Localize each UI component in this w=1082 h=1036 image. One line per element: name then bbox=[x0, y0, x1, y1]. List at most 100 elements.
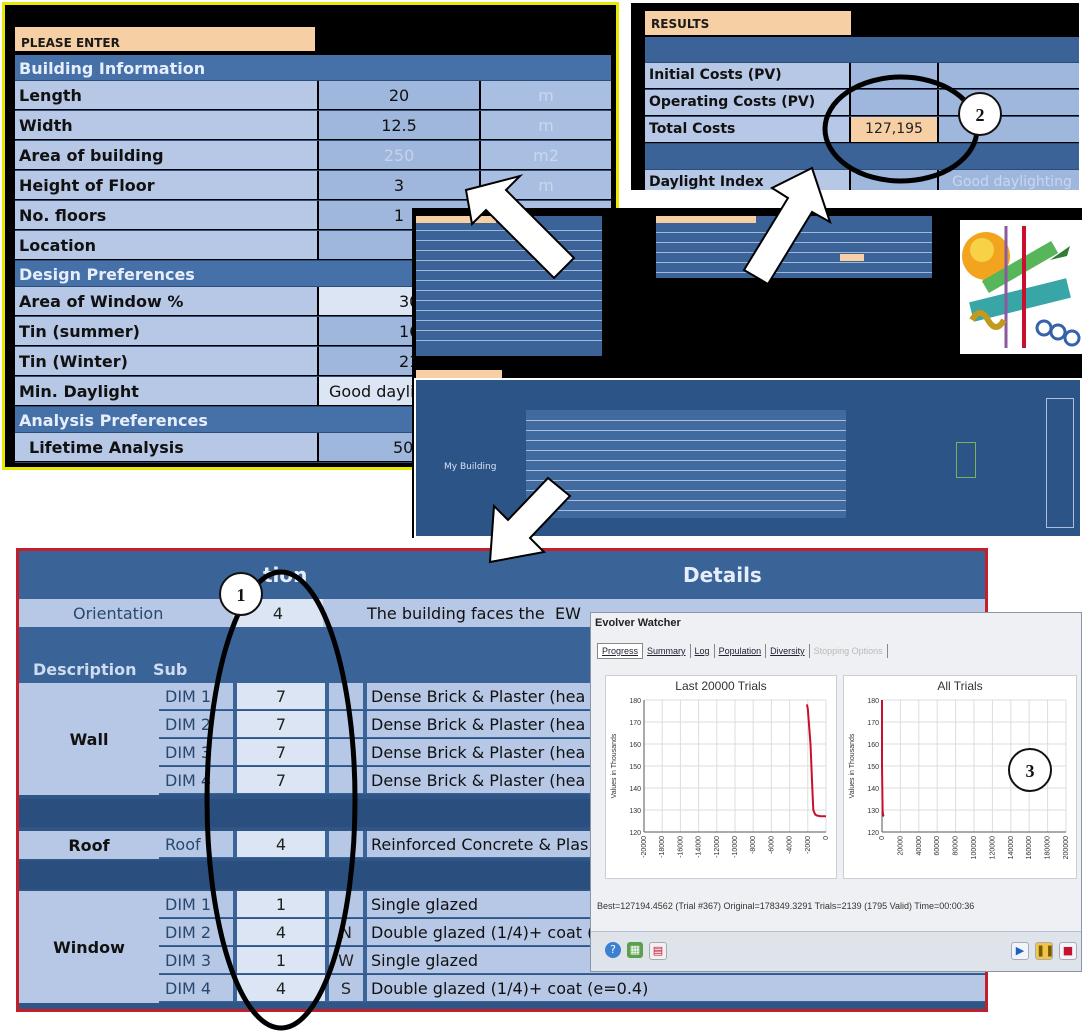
orient-cell bbox=[329, 767, 363, 793]
stop-icon[interactable]: ■ bbox=[1059, 942, 1077, 960]
wall-dim4-input[interactable]: 7 bbox=[237, 767, 325, 793]
height-input[interactable]: 3 bbox=[319, 171, 479, 199]
pause-icon[interactable]: ❚❚ bbox=[1035, 942, 1054, 960]
callout-1: 1 bbox=[219, 572, 263, 616]
field-label: Width bbox=[15, 111, 317, 139]
field-label: Length bbox=[15, 81, 317, 109]
field-label: Min. Daylight bbox=[15, 377, 317, 405]
initial-costs-label: Initial Costs (PV) bbox=[645, 63, 849, 88]
building-info-section: Building Information bbox=[15, 55, 611, 81]
y-tick-label: 130 bbox=[867, 808, 879, 815]
y-tick-label: 180 bbox=[629, 698, 641, 705]
y-tick-label: 120 bbox=[867, 830, 879, 837]
y-tick-label: 120 bbox=[629, 830, 641, 837]
window-dim3-input[interactable]: 1 bbox=[237, 947, 325, 973]
tab-summary[interactable]: Summary bbox=[643, 644, 691, 658]
field-label: Area of building bbox=[15, 141, 317, 169]
input-row-length: Length 20 m bbox=[15, 81, 611, 111]
optimization-logo-image bbox=[960, 220, 1082, 354]
tab-diversity[interactable]: Diversity bbox=[766, 644, 810, 658]
sub-label: DIM 2 bbox=[159, 711, 233, 737]
orient-cell bbox=[329, 891, 363, 917]
width-input[interactable]: 12.5 bbox=[319, 111, 479, 139]
operating-costs-label: Operating Costs (PV) bbox=[645, 90, 849, 115]
window-dim1-input[interactable]: 1 bbox=[237, 891, 325, 917]
orient-cell: N bbox=[329, 919, 363, 945]
y-tick-label: 180 bbox=[867, 698, 879, 705]
pdf-icon[interactable]: ▤ bbox=[649, 942, 667, 960]
unit-label: m bbox=[481, 111, 611, 139]
orient-cell bbox=[329, 739, 363, 765]
help-icon[interactable]: ? bbox=[605, 942, 621, 958]
x-tick-label: 80000 bbox=[953, 836, 960, 856]
orient-cell bbox=[329, 711, 363, 737]
x-tick-label: 120000 bbox=[989, 836, 996, 859]
sub-header: Sub bbox=[153, 660, 188, 679]
field-label: Area of Window % bbox=[15, 287, 317, 315]
field-label: Lifetime Analysis bbox=[15, 433, 317, 461]
y-tick-label: 160 bbox=[867, 742, 879, 749]
watcher-tabs: Progress Summary Log Population Diversity Sto… bbox=[597, 641, 888, 659]
details-header-band: tion Details bbox=[19, 551, 985, 599]
y-tick-label: 150 bbox=[629, 764, 641, 771]
window-label: Window bbox=[19, 891, 159, 1003]
sub-label: DIM 3 bbox=[159, 947, 233, 973]
details-header: Details bbox=[683, 563, 762, 587]
roof-input[interactable]: 4 bbox=[237, 831, 325, 857]
window-desc: Double glazed (1/4)+ coat (e=0.4) bbox=[367, 975, 985, 1001]
sub-label: DIM 2 bbox=[159, 919, 233, 945]
series-line bbox=[881, 700, 885, 817]
side-button[interactable] bbox=[1046, 398, 1074, 528]
window-dim4-input[interactable]: 4 bbox=[237, 975, 325, 1001]
x-tick-label: -18000 bbox=[659, 836, 666, 858]
x-tick-label: 100000 bbox=[971, 836, 978, 859]
x-tick-label: 140000 bbox=[1008, 836, 1015, 859]
y-tick-label: 150 bbox=[867, 764, 879, 771]
evolver-watcher-window: Evolver Watcher Progress Summary Log Popula… bbox=[590, 612, 1082, 972]
mini-details-table bbox=[526, 410, 846, 518]
x-tick-label: -10000 bbox=[732, 836, 739, 858]
watcher-status: Best=127194.4562 (Trial #367) Original=1… bbox=[597, 901, 975, 911]
x-tick-label: -20000 bbox=[641, 836, 648, 858]
x-tick-label: 0 bbox=[823, 836, 830, 840]
sub-label: DIM 4 bbox=[159, 975, 233, 1001]
x-tick-label: -6000 bbox=[768, 836, 775, 854]
my-building-label: My Building bbox=[444, 462, 497, 472]
orient-cell: S bbox=[329, 975, 363, 1001]
watcher-title: Evolver Watcher bbox=[595, 617, 681, 629]
excel-icon[interactable]: ▦ bbox=[627, 942, 643, 958]
wall-dim2-input[interactable]: 7 bbox=[237, 711, 325, 737]
y-tick-label: 170 bbox=[867, 720, 879, 727]
unit-label: m bbox=[481, 171, 611, 199]
x-tick-label: 20000 bbox=[897, 836, 904, 856]
chart-last-trials: Last 20000 Trials Values in Thousands 180 1… bbox=[605, 675, 837, 879]
callout-3: 3 bbox=[1008, 748, 1052, 792]
watcher-footer: ? ▦ ▤ ▶ ❚❚ ■ bbox=[591, 931, 1081, 971]
wall-dim3-input[interactable]: 7 bbox=[237, 739, 325, 765]
tab-progress[interactable]: Progress bbox=[597, 643, 644, 659]
x-tick-label: 180000 bbox=[1045, 836, 1052, 859]
sub-label: DIM 3 bbox=[159, 739, 233, 765]
x-tick-label: 60000 bbox=[934, 836, 941, 856]
callout-2: 2 bbox=[958, 92, 1002, 136]
orientation-text: The building faces the EW bbox=[367, 604, 581, 623]
length-input[interactable]: 20 bbox=[319, 81, 479, 109]
x-tick-label: -16000 bbox=[677, 836, 684, 858]
tab-log[interactable]: Log bbox=[691, 644, 715, 658]
orientation-label: Orientation bbox=[73, 604, 164, 623]
sub-label: Roof bbox=[159, 831, 233, 857]
x-tick-label: 0 bbox=[879, 836, 886, 840]
tab-population[interactable]: Population bbox=[715, 644, 767, 658]
chart-title: All Trials bbox=[937, 679, 982, 693]
series-line bbox=[805, 704, 826, 818]
wall-dim1-input[interactable]: 7 bbox=[237, 683, 325, 709]
x-tick-label: 160000 bbox=[1026, 836, 1033, 859]
mini-results bbox=[656, 216, 932, 278]
daylight-index-label: Daylight Index bbox=[645, 170, 849, 190]
window-dim2-input[interactable]: 4 bbox=[237, 919, 325, 945]
tab-stopping-options[interactable]: Stopping Options bbox=[810, 644, 888, 658]
y-tick-label: 170 bbox=[629, 720, 641, 727]
mini-input-sheet bbox=[416, 216, 602, 356]
play-icon[interactable]: ▶ bbox=[1011, 942, 1029, 960]
orient-cell: W bbox=[329, 947, 363, 973]
